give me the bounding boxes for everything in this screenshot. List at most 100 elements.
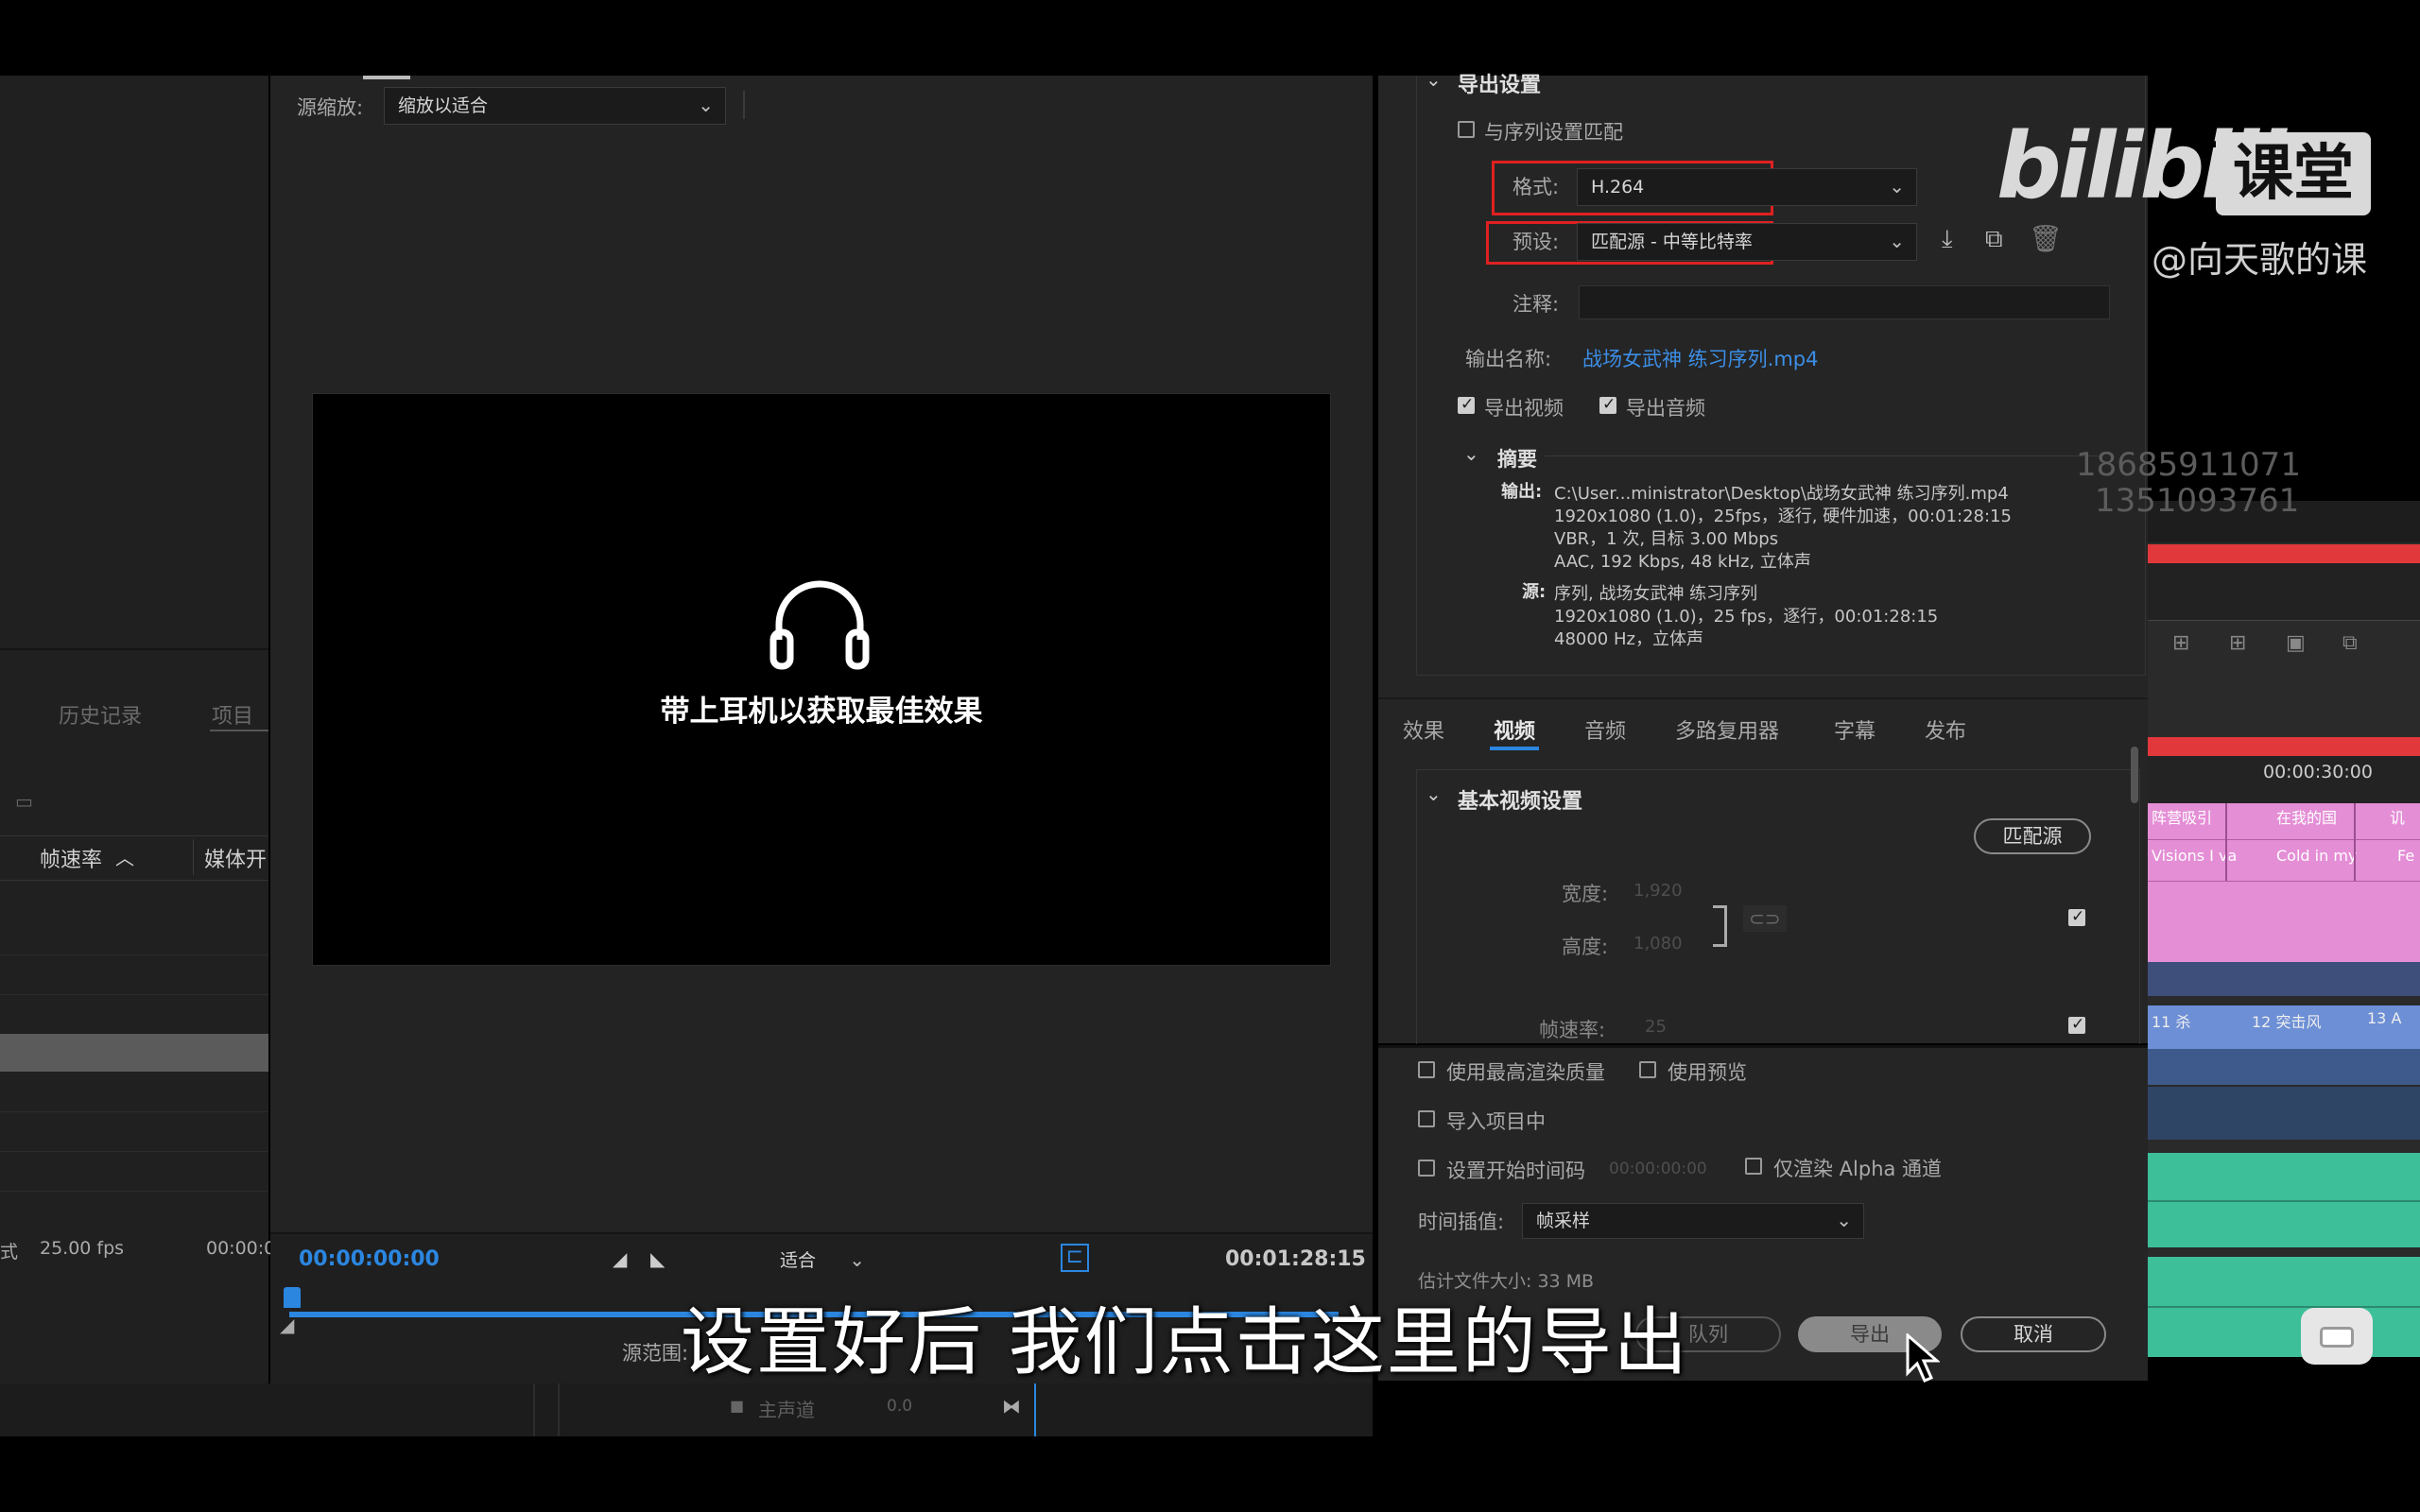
summary-output-line: AAC, 192 Kbps, 48 kHz, 立体声 (1554, 552, 1811, 572)
format-label: 格式: (1512, 176, 1560, 198)
export-video-checkbox[interactable] (1458, 395, 1475, 414)
max-quality-checkbox[interactable] (1418, 1061, 1435, 1078)
mark-in-icon[interactable]: ◢ (613, 1247, 627, 1270)
preset-label: 预设: (1512, 231, 1560, 253)
clip-label[interactable]: Cold in my (2276, 847, 2357, 865)
video-frame: 带上耳机以获取最佳效果 (312, 393, 1331, 966)
fps-label: 帧速率: (1539, 1019, 1606, 1041)
match-sequence-checkbox[interactable] (1458, 121, 1475, 138)
clip-label[interactable]: 11 杀 (2152, 1009, 2190, 1032)
list-row[interactable] (0, 917, 268, 955)
list-row[interactable] (0, 956, 268, 995)
collapse-chevron-icon[interactable]: ⌄ (1426, 68, 1442, 91)
width-label: 宽度: (1562, 883, 1609, 905)
width-value: 1,920 (1634, 881, 1683, 901)
summary-title: 摘要 (1497, 448, 1537, 471)
export-section-title: 导出设置 (1458, 74, 1542, 97)
list-row[interactable] (0, 1153, 268, 1192)
list-row-selected[interactable] (0, 1034, 268, 1072)
clip-label[interactable]: Fe (2397, 847, 2414, 865)
mark-out-icon[interactable]: ◣ (650, 1247, 665, 1270)
insert-icon[interactable]: ⊞ (2172, 631, 2189, 655)
safe-margins-icon[interactable]: ⊏ (1061, 1244, 1089, 1272)
bilibili-tv-icon (2301, 1308, 2373, 1365)
comment-input[interactable] (1579, 285, 2110, 319)
match-sequence-label: 与序列设置匹配 (1484, 121, 1623, 144)
height-label: 高度: (1562, 936, 1609, 958)
list-row[interactable] (0, 1113, 268, 1152)
start-timecode-checkbox[interactable] (1418, 1160, 1435, 1177)
match-source-button[interactable]: 匹配源 (1974, 818, 2091, 854)
timeline-lower-strip: ■ 主声道 0.0 ⧓ (0, 1383, 1373, 1436)
tab-publish[interactable]: 发布 (1925, 714, 1966, 745)
format-dropdown[interactable]: H.264 ⌄ (1577, 168, 1917, 206)
import-project-checkbox[interactable] (1418, 1110, 1435, 1127)
save-preset-icon[interactable]: ⤓ (1942, 225, 1953, 254)
row-cell: 式 (0, 1242, 19, 1263)
basic-video-title: 基本视频设置 (1458, 790, 1583, 814)
tab-multiplexer[interactable]: 多路复用器 (1675, 714, 1779, 745)
camera-icon[interactable]: ▣ (2286, 631, 2306, 655)
chevron-down-icon: ⌄ (1889, 175, 1905, 198)
source-scaling-dropdown[interactable]: 缩放以适合 ⌄ (384, 87, 726, 125)
export-video-label: 导出视频 (1484, 397, 1564, 420)
delete-preset-icon[interactable]: 🗑 (2029, 223, 2063, 254)
import-preset-icon[interactable]: ⧉ (1985, 225, 2003, 254)
fps-override-checkbox[interactable] (2068, 1015, 2085, 1034)
tab-history[interactable]: 历史记录 (59, 699, 142, 730)
timeline-panel: ⊞ ⊞ ▣ ⧉ 00:00:30:00 阵营吸引 在我的国 讥 Visions … (2148, 501, 2420, 1357)
tab-effects[interactable]: 效果 (1403, 714, 1444, 745)
basic-video-chevron-icon[interactable]: ⌄ (1426, 782, 1442, 805)
interp-dropdown[interactable]: 帧采样 ⌄ (1522, 1203, 1864, 1239)
use-preview-checkbox[interactable] (1639, 1061, 1656, 1078)
column-media-start[interactable]: 媒体开 (204, 843, 267, 873)
mouse-cursor-icon (1906, 1333, 1940, 1383)
export-audio-checkbox[interactable] (1599, 395, 1616, 414)
list-row[interactable] (0, 996, 268, 1035)
clip-label[interactable]: 在我的国 (2276, 805, 2337, 828)
clip-label[interactable]: Visions I va (2152, 847, 2237, 865)
clip-label[interactable]: 12 突击风 (2252, 1009, 2321, 1032)
tab-captions[interactable]: 字幕 (1834, 714, 1876, 745)
duration-timecode: 00:01:28:15 (1225, 1247, 1366, 1271)
preview-message: 带上耳机以获取最佳效果 (660, 695, 983, 729)
overwrite-icon[interactable]: ⊞ (2229, 631, 2246, 655)
column-fps[interactable]: 帧速率 (40, 843, 102, 873)
width-height-override-checkbox[interactable] (2068, 907, 2085, 926)
tab-project-underline (210, 730, 268, 731)
audio-track-1 (2148, 1049, 2420, 1085)
list-row[interactable] (0, 1074, 268, 1112)
tab-video[interactable]: 视频 (1494, 714, 1535, 745)
preset-dropdown[interactable]: 匹配源 - 中等比特率 ⌄ (1577, 223, 1917, 261)
waveform-center-line (2148, 1200, 2420, 1202)
link-icon[interactable]: ⊂⊃ (1743, 905, 1787, 932)
author-watermark: @向天歌的课 (2152, 239, 2368, 281)
start-timecode-label: 设置开始时间码 (1446, 1160, 1585, 1182)
tab-audio[interactable]: 音频 (1584, 714, 1626, 745)
playhead-marker[interactable] (284, 1287, 301, 1308)
clip-label[interactable]: 讥 (2390, 805, 2405, 828)
summary-chevron-icon[interactable]: ⌄ (1463, 442, 1479, 465)
lock-icon[interactable]: ■ (730, 1397, 744, 1415)
clip-label[interactable]: 13 A (2367, 1009, 2401, 1027)
clip-divider (2148, 881, 2420, 882)
fit-dropdown[interactable]: 适合 ⌄ (766, 1244, 877, 1278)
tab-project[interactable]: 项目 (212, 699, 253, 730)
summary-source-line: 1920x1080 (1.0)，25 fps，逐行，00:01:28:15 (1554, 607, 1939, 627)
in-point-icon[interactable]: ◢ (280, 1314, 294, 1336)
scrollbar-thumb[interactable] (2131, 747, 2138, 803)
alpha-only-checkbox[interactable] (1745, 1158, 1762, 1175)
current-timecode[interactable]: 00:00:00:00 (299, 1247, 440, 1271)
end-marker-icon[interactable]: ⧓ (1002, 1395, 1021, 1418)
clip-label[interactable]: 阵营吸引 (2152, 805, 2212, 828)
compare-icon[interactable]: ⧉ (2342, 631, 2358, 655)
column-separator (193, 839, 194, 875)
cancel-button[interactable]: 取消 (1961, 1316, 2106, 1352)
summary-output-line: C:\User...ministrator\Desktop\战场女武神 练习序列… (1554, 484, 2009, 504)
row-cell-start: 00:00:0 (206, 1238, 276, 1259)
import-project-label: 导入项目中 (1446, 1110, 1546, 1133)
folder-icon[interactable]: ▭ (15, 790, 33, 813)
output-name-link[interactable]: 战场女武神 练习序列.mp4 (1582, 344, 1819, 372)
waveform-center-line (2148, 1306, 2420, 1308)
master-track-value: 0.0 (887, 1397, 913, 1416)
